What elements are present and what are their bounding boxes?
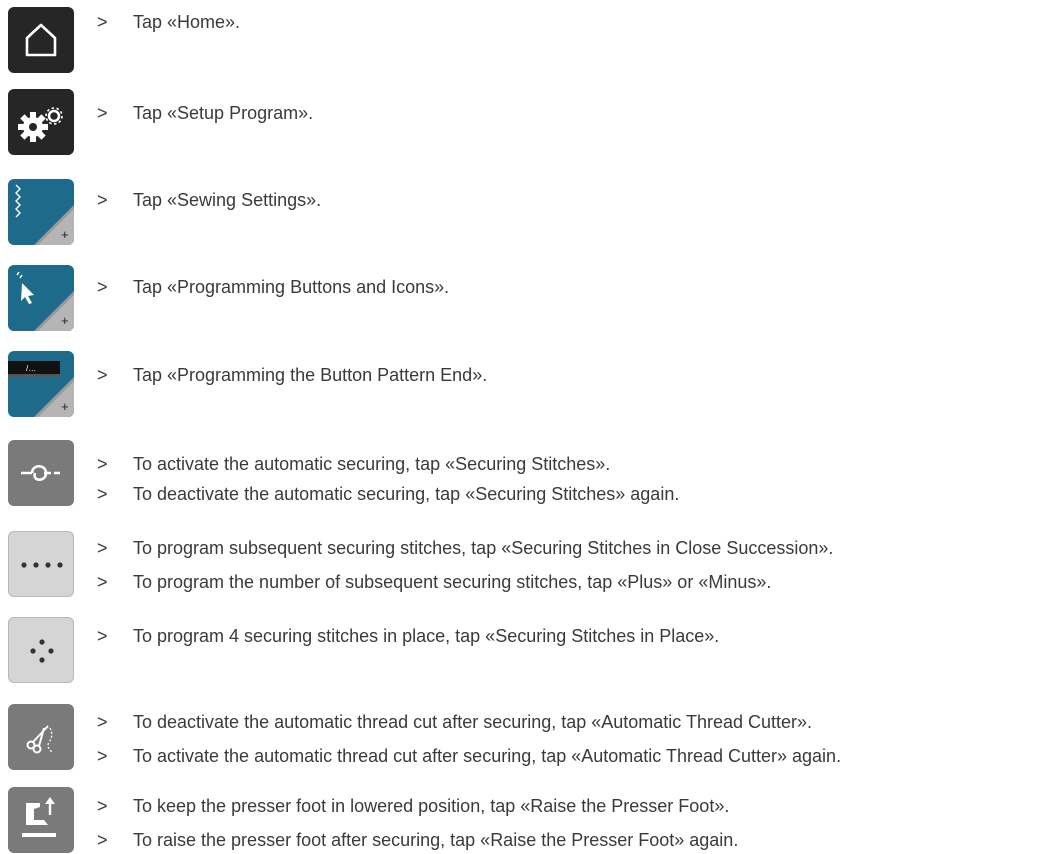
thread-cutter-icon[interactable] [8, 704, 74, 770]
raise-presser-foot-icon[interactable] [8, 787, 74, 853]
home-icon[interactable] [8, 7, 74, 73]
step-text: > Tap «Programming the Button Pattern End… [97, 365, 488, 385]
step-text: > To activate the automatic thread cut af… [97, 746, 842, 766]
step-text: > To program the number of subsequent sec… [97, 572, 772, 592]
svg-text:/…: /… [26, 364, 36, 373]
securing-in-place-icon[interactable] [8, 617, 74, 683]
step-text: > Tap «Sewing Settings». [97, 190, 322, 210]
svg-text:+: + [61, 313, 69, 328]
securing-close-succession-icon[interactable] [8, 531, 74, 597]
setup-program-icon[interactable] [8, 89, 74, 155]
step-text: > To raise the presser foot after securin… [97, 830, 739, 850]
step-text: > Tap «Home». [97, 12, 241, 32]
step-text: > To activate the automatic securing, tap… [97, 454, 611, 474]
step-text: > To deactivate the automatic thread cut … [97, 712, 813, 732]
svg-text:+: + [61, 399, 69, 414]
sewing-settings-icon[interactable]: + [8, 179, 74, 245]
programming-buttons-icon[interactable]: + [8, 265, 74, 331]
step-text: > To program 4 securing stitches in place… [97, 626, 720, 646]
step-text: > To program subsequent securing stitches… [97, 538, 834, 558]
svg-text:+: + [61, 227, 69, 242]
button-pattern-end-icon[interactable]: /… + [8, 351, 74, 417]
step-text: > Tap «Setup Program». [97, 103, 314, 123]
step-text: > Tap «Programming Buttons and Icons». [97, 277, 450, 297]
step-text: > To deactivate the automatic securing, t… [97, 484, 680, 504]
step-text: > To keep the presser foot in lowered pos… [97, 796, 730, 816]
securing-stitches-icon[interactable] [8, 440, 74, 506]
